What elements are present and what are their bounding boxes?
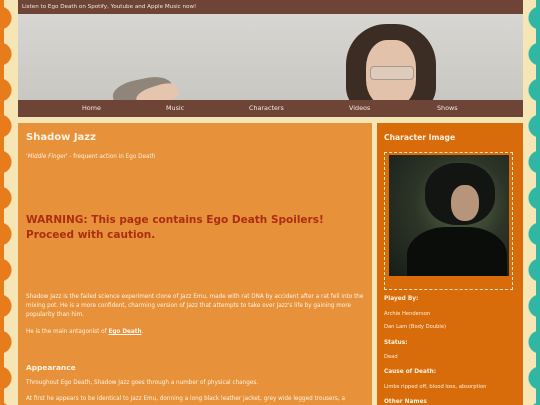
played-by-value-2: Dan Lam (Body Double): [384, 324, 447, 330]
quote-line: 'Middle Finger' - frequent action in Ego…: [26, 154, 155, 160]
played-by-value-1: Archie Henderson: [384, 311, 431, 317]
ego-death-link[interactable]: Ego Death: [108, 329, 141, 335]
cause-of-death-value: Limbs ripped off, blood loss, absorption: [384, 384, 487, 390]
announcement-text: Listen to Ego Death on Spotify, Youtube …: [22, 4, 197, 10]
announcement-bar: Listen to Ego Death on Spotify, Youtube …: [18, 0, 523, 14]
quote-suffix: - frequent action in Ego Death: [67, 154, 156, 160]
character-jacket: [407, 227, 507, 276]
nav-home[interactable]: Home: [82, 104, 101, 112]
appearance-paragraph: Throughout Ego Death, Shadow Jazz goes t…: [26, 380, 259, 386]
quote-text: 'Middle Finger': [26, 154, 68, 160]
appearance-paragraph-2: At first he appears to be identical to J…: [26, 396, 345, 402]
right-scallop-border: [536, 0, 540, 405]
antagonist-prefix: He is the main antagonist of: [26, 329, 109, 335]
character-image-heading: Character Image: [384, 133, 456, 142]
spoiler-warning: WARNING: This page contains Ego Death Sp…: [26, 214, 324, 242]
nav-characters[interactable]: Characters: [249, 104, 284, 112]
character-sidebar: Character Image Played By: Archie Hender…: [377, 123, 523, 405]
appearance-heading: Appearance: [26, 363, 76, 372]
character-image: [389, 155, 509, 276]
other-names-label: Other Names: [384, 399, 427, 405]
main-nav: Home Music Characters Videos Shows: [18, 100, 523, 117]
banner-glasses-icon: [370, 66, 414, 80]
main-content: Shadow Jazz 'Middle Finger' - frequent a…: [18, 123, 372, 405]
character-face: [451, 185, 479, 221]
nav-shows[interactable]: Shows: [437, 104, 458, 112]
nav-videos[interactable]: Videos: [349, 104, 370, 112]
status-value: Dead: [384, 354, 398, 360]
header-banner-image: [18, 14, 523, 100]
antagonist-suffix: .: [141, 329, 144, 335]
intro-paragraph: Shadow Jazz is the failed science experi…: [26, 294, 364, 319]
status-label: Status:: [384, 340, 408, 346]
played-by-label: Played By:: [384, 296, 419, 302]
nav-music[interactable]: Music: [166, 104, 184, 112]
page-title: Shadow Jazz: [26, 132, 96, 143]
antagonist-paragraph: He is the main antagonist of Ego Death.: [26, 329, 366, 335]
cause-of-death-label: Cause of Death:: [384, 369, 437, 375]
left-scallop-border: [0, 0, 4, 405]
